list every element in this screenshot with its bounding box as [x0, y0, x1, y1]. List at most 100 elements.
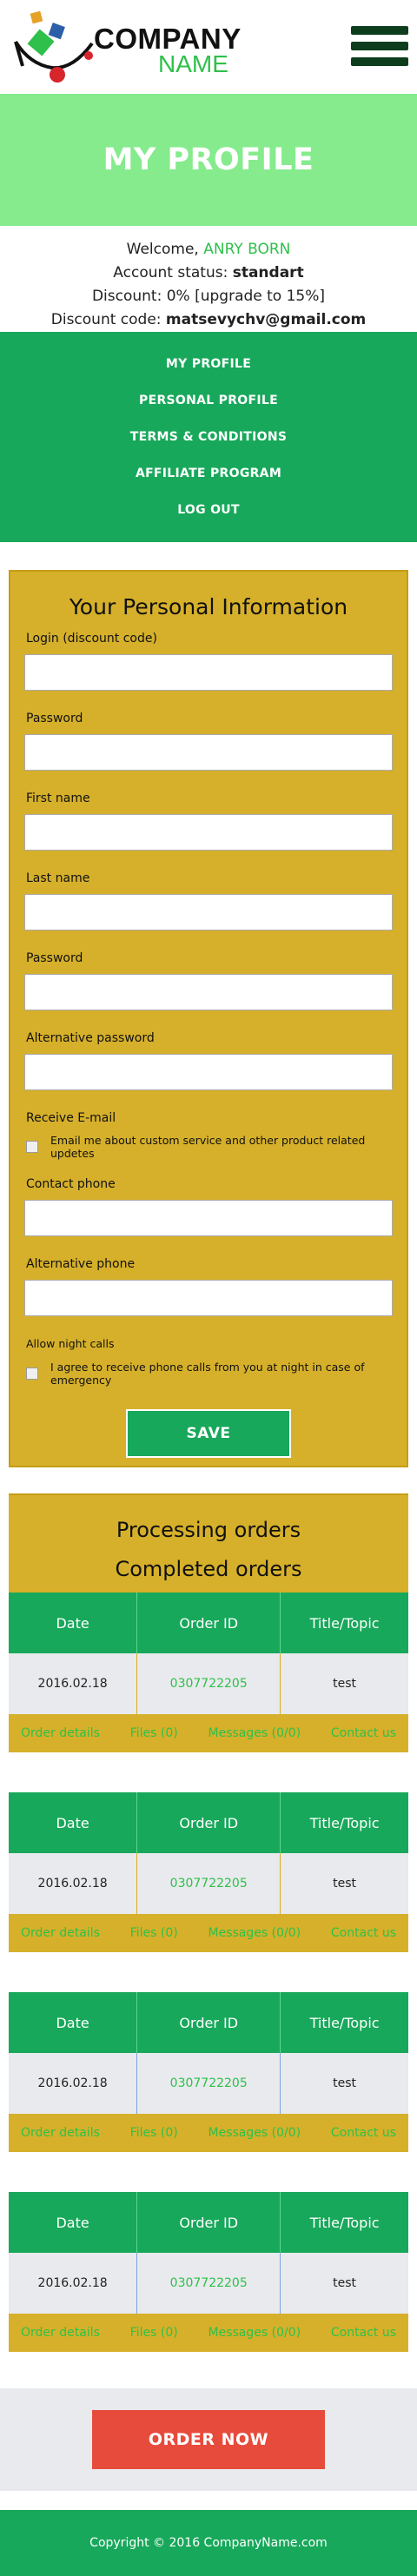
user-name[interactable]: ANRY BORN [203, 241, 290, 258]
last-name-input[interactable] [24, 894, 393, 930]
night-calls-row[interactable]: I agree to receive phone calls from you … [26, 1361, 393, 1387]
code-label: Discount code: [50, 311, 162, 328]
logo-mark-icon [14, 10, 94, 83]
column-title: Title/Topic [280, 1792, 408, 1853]
order-details-link[interactable]: Order details [21, 2326, 100, 2340]
first-name-label: First name [26, 791, 90, 805]
order-actions: Order details Files (0) Messages (0/0) C… [9, 1914, 408, 1940]
order-table: Date Order ID Title/Topic 2016.02.18 030… [9, 1792, 408, 1914]
logo-text-name: NAME [158, 50, 228, 77]
order-messages-link[interactable]: Messages (0/0) [208, 2326, 301, 2340]
order-details-link[interactable]: Order details [21, 1726, 100, 1740]
copyright-text: Copyright © 2016 CompanyName.com [89, 2536, 328, 2550]
hamburger-bar [351, 26, 408, 35]
site-header: COMPANY NAME [0, 0, 417, 94]
table-row: 2016.02.18 0307722205 test [9, 1653, 408, 1714]
alt-password-input[interactable] [24, 1054, 393, 1090]
order-date: 2016.02.18 [9, 1653, 137, 1714]
order-files-link[interactable]: Files (0) [130, 2126, 178, 2140]
nav-item-my-profile[interactable]: MY PROFILE [166, 346, 251, 382]
password-input[interactable] [24, 734, 393, 771]
order-now-button[interactable]: ORDER NOW [92, 2410, 325, 2469]
order-details-link[interactable]: Order details [21, 2126, 100, 2140]
order-contact-link[interactable]: Contact us [331, 2326, 396, 2340]
account-status-line: Account status: standart [0, 262, 417, 285]
order-messages-link[interactable]: Messages (0/0) [208, 1726, 301, 1740]
nav-item-personal-profile[interactable]: PERSONAL PROFILE [139, 382, 278, 419]
order-now-section: ORDER NOW [0, 2388, 417, 2491]
orders-tabs: Processing orders Completed orders [9, 1493, 408, 1593]
first-name-input[interactable] [24, 814, 393, 851]
save-button[interactable]: SAVE [126, 1409, 291, 1458]
order-actions: Order details Files (0) Messages (0/0) C… [9, 1714, 408, 1740]
password-confirm-input[interactable] [24, 974, 393, 1010]
table-row: 2016.02.18 0307722205 test [9, 2053, 408, 2114]
order-title: test [280, 1653, 408, 1714]
welcome-prefix: Welcome, [126, 241, 199, 258]
order-table-header: Date Order ID Title/Topic [9, 1992, 408, 2053]
column-title: Title/Topic [280, 2192, 408, 2253]
order-id-link[interactable]: 0307722205 [136, 1653, 281, 1714]
company-logo[interactable]: COMPANY NAME [12, 10, 241, 83]
page-banner: MY PROFILE [0, 94, 417, 226]
status-value: standart [232, 264, 304, 281]
column-order-id: Order ID [136, 1593, 281, 1653]
nav-item-terms[interactable]: TERMS & CONDITIONS [130, 419, 287, 455]
order-contact-link[interactable]: Contact us [331, 1726, 396, 1740]
order-id-link[interactable]: 0307722205 [136, 2253, 281, 2314]
discount-code-line: Discount code: matsevychv@gmail.com [0, 308, 417, 332]
email-consent-text: Email me about custom service and other … [50, 1134, 366, 1160]
column-order-id: Order ID [136, 1992, 281, 2053]
order-table-header: Date Order ID Title/Topic [9, 1593, 408, 1653]
tab-completed-orders[interactable]: Completed orders [9, 1550, 408, 1589]
order-files-link[interactable]: Files (0) [130, 2326, 178, 2340]
alt-phone-input[interactable] [24, 1280, 393, 1316]
column-date: Date [9, 2192, 137, 2253]
order-card: Date Order ID Title/Topic 2016.02.18 030… [9, 1593, 408, 1752]
order-actions: Order details Files (0) Messages (0/0) C… [9, 2314, 408, 2340]
hamburger-bar [351, 42, 408, 50]
column-title: Title/Topic [280, 1593, 408, 1653]
discount-line: Discount: 0% [upgrade to 15%] [91, 288, 326, 305]
order-messages-link[interactable]: Messages (0/0) [208, 2126, 301, 2140]
profile-nav: MY PROFILE PERSONAL PROFILE TERMS & COND… [0, 332, 417, 542]
order-details-link[interactable]: Order details [21, 1926, 100, 1940]
order-messages-link[interactable]: Messages (0/0) [208, 1926, 301, 1940]
column-date: Date [9, 1593, 137, 1653]
hamburger-icon[interactable] [351, 26, 408, 66]
order-contact-link[interactable]: Contact us [331, 1926, 396, 1940]
order-title: test [280, 2053, 408, 2114]
password-label: Password [26, 712, 83, 725]
order-date: 2016.02.18 [9, 2053, 137, 2114]
night-calls-text: I agree to receive phone calls from you … [50, 1361, 365, 1387]
order-id-link[interactable]: 0307722205 [136, 1853, 281, 1914]
login-input[interactable] [24, 654, 393, 691]
order-card: Date Order ID Title/Topic 2016.02.18 030… [9, 2192, 408, 2352]
alt-password-label: Alternative password [26, 1031, 155, 1045]
nav-item-logout[interactable]: LOG OUT [177, 492, 240, 528]
order-files-link[interactable]: Files (0) [130, 1926, 178, 1940]
table-row: 2016.02.18 0307722205 test [9, 1853, 408, 1914]
welcome-line: Welcome, ANRY BORN [0, 238, 417, 262]
tab-processing-orders[interactable]: Processing orders [9, 1511, 408, 1550]
order-title: test [280, 2253, 408, 2314]
night-calls-checkbox[interactable] [26, 1367, 38, 1380]
password-confirm-label: Password [26, 951, 83, 965]
hamburger-bar [351, 57, 408, 66]
contact-phone-input[interactable] [24, 1200, 393, 1236]
email-consent-checkbox[interactable] [26, 1141, 38, 1153]
column-date: Date [9, 1992, 137, 2053]
status-label: Account status: [113, 264, 228, 281]
order-files-link[interactable]: Files (0) [130, 1726, 178, 1740]
order-actions: Order details Files (0) Messages (0/0) C… [9, 2114, 408, 2140]
order-date: 2016.02.18 [9, 2253, 137, 2314]
email-consent-row[interactable]: Email me about custom service and other … [26, 1134, 393, 1160]
order-id-link[interactable]: 0307722205 [136, 2053, 281, 2114]
night-calls-label: Allow night calls [26, 1337, 115, 1350]
order-card: Date Order ID Title/Topic 2016.02.18 030… [9, 1792, 408, 1952]
nav-item-affiliate[interactable]: AFFILIATE PROGRAM [136, 455, 281, 492]
table-row: 2016.02.18 0307722205 test [9, 2253, 408, 2314]
order-contact-link[interactable]: Contact us [331, 2126, 396, 2140]
receive-email-label: Receive E-mail [26, 1111, 116, 1125]
personal-info-form: Your Personal Information Login (discoun… [9, 570, 408, 1467]
